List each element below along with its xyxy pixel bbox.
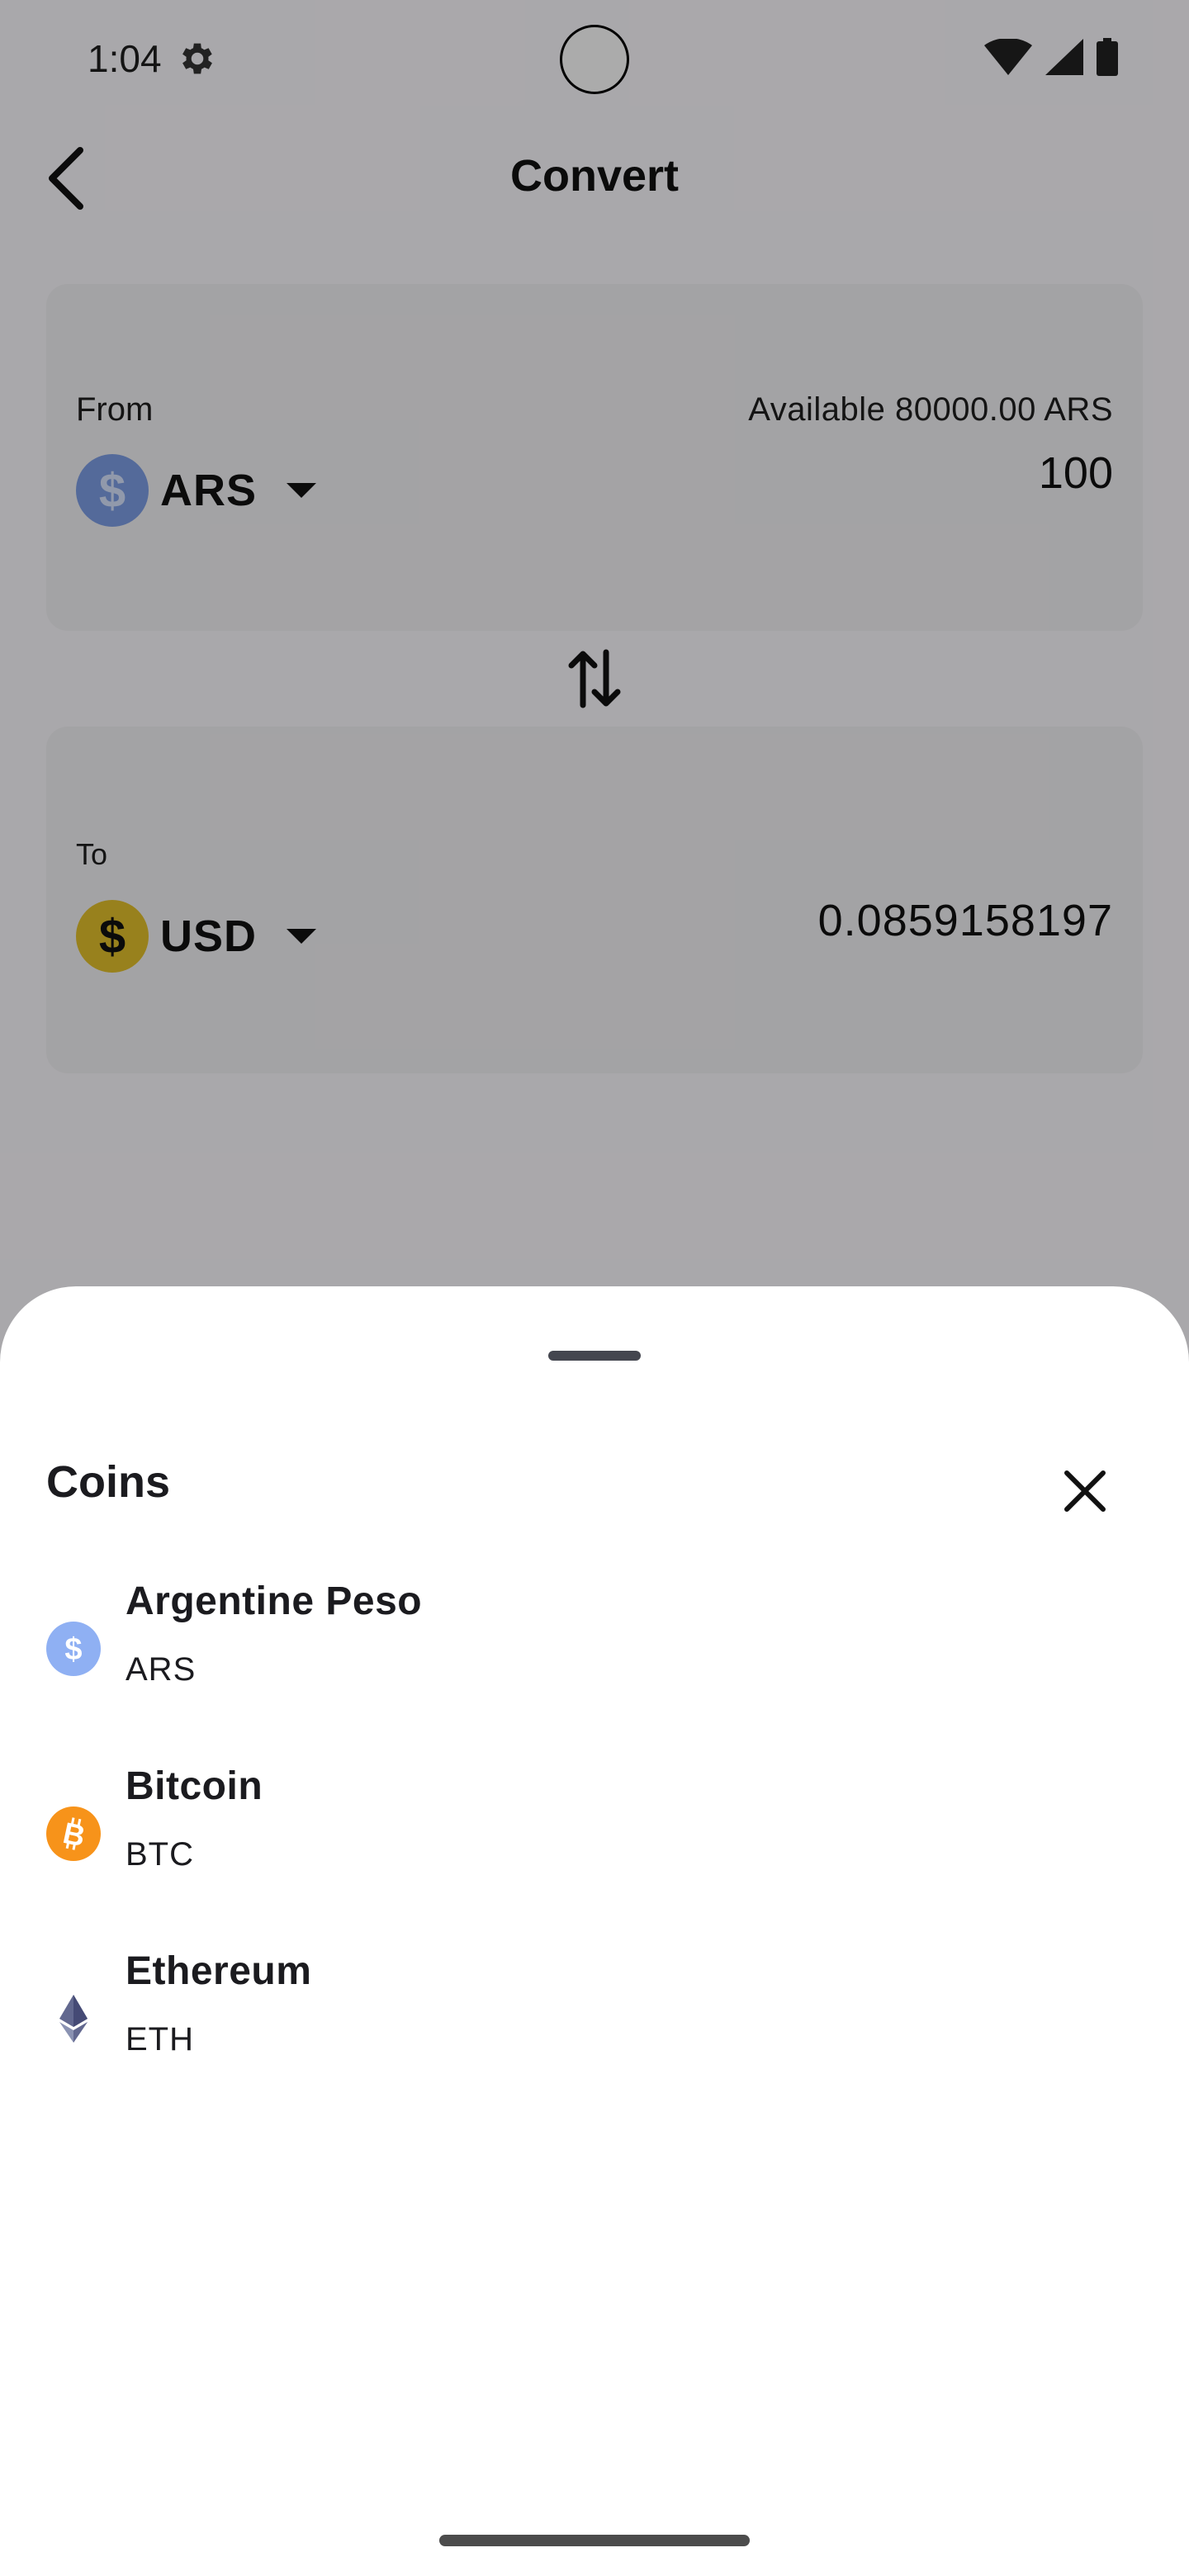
close-icon [1064,1470,1106,1512]
gesture-nav-bar[interactable] [439,2535,750,2546]
coin-name: Argentine Peso [126,1579,423,1623]
svg-text:$: $ [64,1632,82,1667]
coin-item-eth[interactable]: Ethereum ETH [0,1934,1189,2119]
coin-item-ars[interactable]: $ Argentine Peso ARS [0,1564,1189,1749]
coin-picker-sheet: Coins $ Argentine Peso ARS B Bitcoin BTC [0,1286,1189,2576]
close-button[interactable] [1050,1456,1120,1526]
coin-symbol: BTC [126,1836,194,1873]
drag-handle[interactable] [548,1351,641,1361]
coin-symbol: ARS [126,1651,197,1688]
coin-name: Bitcoin [126,1764,263,1808]
coin-item-btc[interactable]: B Bitcoin BTC [0,1749,1189,1934]
coin-symbol: ETH [126,2021,194,2057]
sheet-title: Coins [46,1457,171,1507]
coin-name: Ethereum [126,1949,312,1993]
ethereum-icon [59,1995,88,2043]
coin-list: $ Argentine Peso ARS B Bitcoin BTC Ether… [0,1564,1189,2119]
peso-coin-icon: $ [46,1622,101,1676]
bitcoin-icon: B [46,1807,101,1861]
